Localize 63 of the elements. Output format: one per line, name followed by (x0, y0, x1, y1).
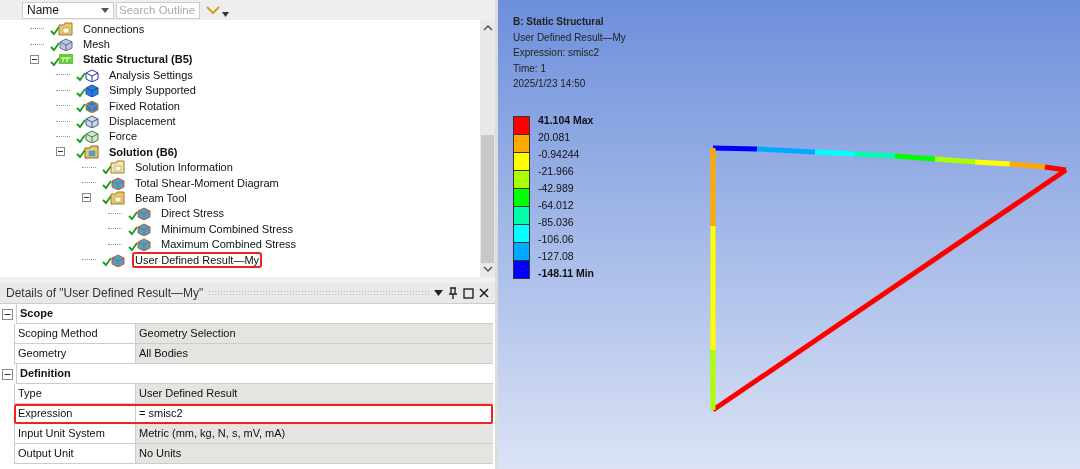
property-label: Geometry (15, 344, 136, 364)
legend-label: -106.06 (538, 233, 575, 247)
property-label: Scoping Method (15, 324, 136, 344)
legend-label: -85.036 (538, 216, 575, 230)
scrollbar[interactable] (480, 20, 495, 277)
result-info: User Defined Result—My (513, 31, 626, 45)
collapse-toggle[interactable] (30, 54, 39, 64)
tree-item[interactable]: Solution Information (132, 159, 236, 176)
property-value[interactable]: User Defined Result (136, 384, 493, 404)
tree-item[interactable]: Minimum Combined Stress (158, 220, 297, 237)
panel-title: Details of "User Defined Result—My" (6, 286, 204, 300)
legend-label: 41.104 Max (538, 114, 595, 128)
tree-item[interactable]: Beam Tool (132, 190, 190, 206)
result-info: Time: 1 (513, 62, 547, 76)
folder-icon (58, 21, 74, 36)
result-info: 2025/1/23 14:50 (513, 78, 587, 91)
tree-item[interactable]: Solution (B6) (106, 143, 181, 160)
pin-icon[interactable] (448, 287, 458, 299)
legend-label: -64.012 (538, 199, 575, 213)
folder-icon (110, 160, 126, 175)
tree-item[interactable]: Analysis Settings (106, 66, 196, 83)
caret-icon[interactable] (222, 11, 229, 17)
collapse-toggle[interactable] (2, 308, 13, 320)
tree-item[interactable]: Simply Supported (106, 82, 199, 99)
property-value[interactable]: No Units (136, 444, 493, 464)
folder-icon (110, 191, 126, 205)
tree-item[interactable]: User Defined Result—My (132, 251, 263, 268)
property-label: Input Unit System (15, 424, 136, 444)
maximize-icon[interactable] (463, 287, 474, 299)
property-label: Output Unit (15, 444, 136, 464)
tree-item[interactable]: Connections (80, 20, 148, 37)
tree-item[interactable]: Total Shear-Moment Diagram (132, 174, 282, 191)
legend-label: -21.966 (538, 165, 575, 179)
result-title: B: Static Structural (513, 16, 605, 29)
tree-item[interactable]: Fixed Rotation (106, 97, 183, 114)
tree-item[interactable]: Displacement (106, 113, 179, 130)
property-label: Expression (15, 404, 136, 424)
tree-item[interactable]: Direct Stress (158, 205, 227, 222)
tree-item[interactable]: Maximum Combined Stress (158, 236, 300, 253)
legend-label: -42.989 (538, 182, 575, 196)
legend-label: -0.94244 (538, 148, 581, 162)
tree-item[interactable]: Mesh (80, 36, 113, 53)
search-field[interactable]: Search Outline (116, 1, 200, 19)
collapse-toggle[interactable] (2, 368, 13, 380)
tree-item[interactable]: Static Structural (B5) (80, 51, 196, 68)
result-info: Expression: smisc2 (513, 47, 601, 60)
tree-item[interactable]: Force (106, 128, 141, 145)
folder-icon (84, 144, 100, 159)
property-value[interactable]: All Bodies (136, 344, 493, 364)
property-value[interactable]: Metric (mm, kg, N, s, mV, mA) (136, 424, 493, 444)
collapse-toggle[interactable] (56, 147, 65, 157)
scroll-down-icon[interactable] (482, 265, 493, 273)
property-value[interactable]: Geometry Selection (136, 324, 493, 344)
property-label: Type (15, 384, 136, 404)
collapse-toggle[interactable] (82, 193, 91, 203)
legend-label: 20.081 (538, 131, 572, 145)
dropdown-icon[interactable] (434, 290, 443, 296)
close-icon[interactable] (479, 288, 489, 298)
scroll-up-icon[interactable] (482, 24, 493, 32)
sort-dropdown[interactable]: Name (22, 1, 114, 19)
legend-label: -127.08 (538, 250, 575, 264)
caret-icon (101, 7, 109, 13)
legend-label: -148.11 Min (538, 267, 595, 281)
